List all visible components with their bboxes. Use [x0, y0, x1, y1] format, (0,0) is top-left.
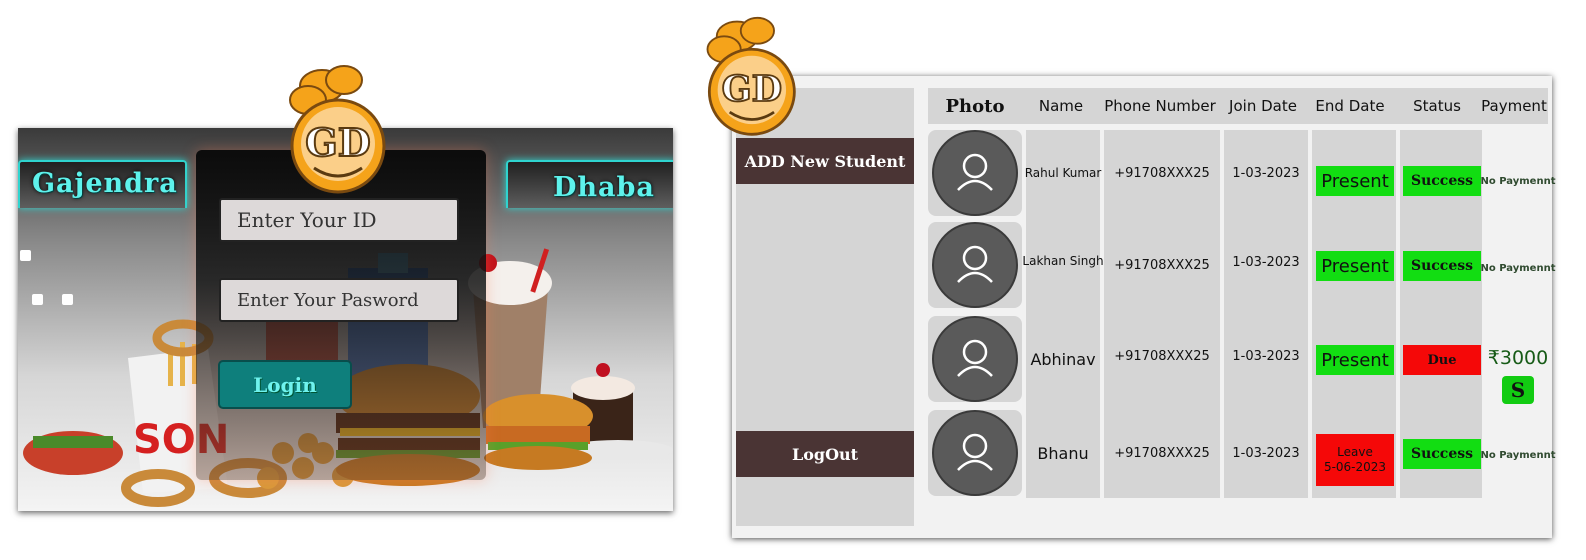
sidebar: ADD New Student LogOut [736, 88, 914, 526]
join-date: 1-03-2023 [1232, 165, 1300, 181]
gd-logo: GD [706, 16, 796, 136]
status-due-badge: Due [1403, 345, 1481, 375]
end-date-present-badge: Present [1316, 166, 1394, 196]
avatar [932, 222, 1018, 308]
column-header-join-date: Join Date [1229, 97, 1297, 115]
join-date: 1-03-2023 [1232, 348, 1300, 364]
avatar [932, 316, 1018, 402]
add-student-button[interactable]: ADD New Student [736, 138, 914, 184]
status-success-badge: Success [1403, 439, 1481, 469]
table-row-photo [928, 222, 1022, 308]
end-date-present-badge: Present [1316, 251, 1394, 281]
leave-label: Leave [1337, 445, 1373, 459]
gd-logo: GD [289, 65, 386, 194]
user-id-placeholder: Enter Your ID [237, 208, 377, 232]
brand-name-left: Gajendra [32, 168, 178, 199]
column-header-phone: Phone Number [1104, 97, 1216, 115]
column-header-name: Name [1038, 97, 1084, 115]
password-input[interactable]: Enter Your Pasword [219, 278, 459, 322]
student-name: Bhanu [1037, 443, 1089, 463]
payment-text: No Paymennt [1480, 262, 1556, 274]
student-phone: +91708XXX25 [1114, 257, 1210, 273]
table-row-photo [928, 410, 1022, 496]
logo-text: GD [305, 120, 370, 165]
avatar [932, 410, 1018, 496]
table-header: Photo Name Phone Number Join Date End Da… [928, 88, 1548, 124]
join-date: 1-03-2023 [1232, 445, 1300, 461]
end-date-present-badge: Present [1316, 345, 1394, 375]
login-form: Enter Your ID Enter Your Pasword Login [196, 150, 486, 480]
user-icon [957, 153, 993, 191]
student-name: Rahul Kumar [1024, 166, 1102, 180]
decor-dot [32, 294, 43, 305]
join-date: 1-03-2023 [1232, 254, 1300, 270]
end-date-leave-badge: Leave 5-06-2023 [1316, 434, 1394, 486]
status-success-badge: Success [1403, 166, 1481, 196]
student-name: Lakhan Singh [1022, 254, 1104, 268]
column-header-status: Status [1413, 97, 1461, 115]
payment-text: No Paymennt [1480, 449, 1556, 461]
column-header-end-date: End Date [1315, 97, 1385, 115]
table-row-photo [928, 316, 1022, 402]
student-dashboard: ADD New Student LogOut Photo Name Phone … [732, 76, 1556, 538]
user-icon [957, 245, 993, 283]
user-id-input[interactable]: Enter Your ID [219, 198, 459, 242]
payment-text: No Paymennt [1480, 175, 1556, 187]
login-button[interactable]: Login [218, 360, 352, 409]
table-row-photo [928, 130, 1022, 216]
decor-dot [62, 294, 73, 305]
student-phone: +91708XXX25 [1114, 445, 1210, 461]
user-icon [957, 339, 993, 377]
column-header-photo: Photo [945, 95, 1005, 117]
column-header-payment: Payment [1481, 97, 1547, 115]
payment-submit-button[interactable]: S [1502, 376, 1534, 404]
brand-name-right: Dhaba [553, 172, 655, 203]
student-name: Abhinav [1030, 349, 1096, 369]
student-phone: +91708XXX25 [1114, 348, 1210, 364]
status-success-badge: Success [1403, 251, 1481, 281]
logout-button[interactable]: LogOut [736, 431, 914, 477]
logo-text: GD [722, 69, 782, 110]
decor-dot [20, 250, 31, 261]
leave-date: 5-06-2023 [1323, 460, 1387, 474]
avatar [932, 130, 1018, 216]
password-placeholder: Enter Your Pasword [237, 289, 419, 311]
student-phone: +91708XXX25 [1114, 165, 1210, 181]
user-icon [957, 433, 993, 471]
payment-amount: ₹3000 [1487, 347, 1549, 369]
